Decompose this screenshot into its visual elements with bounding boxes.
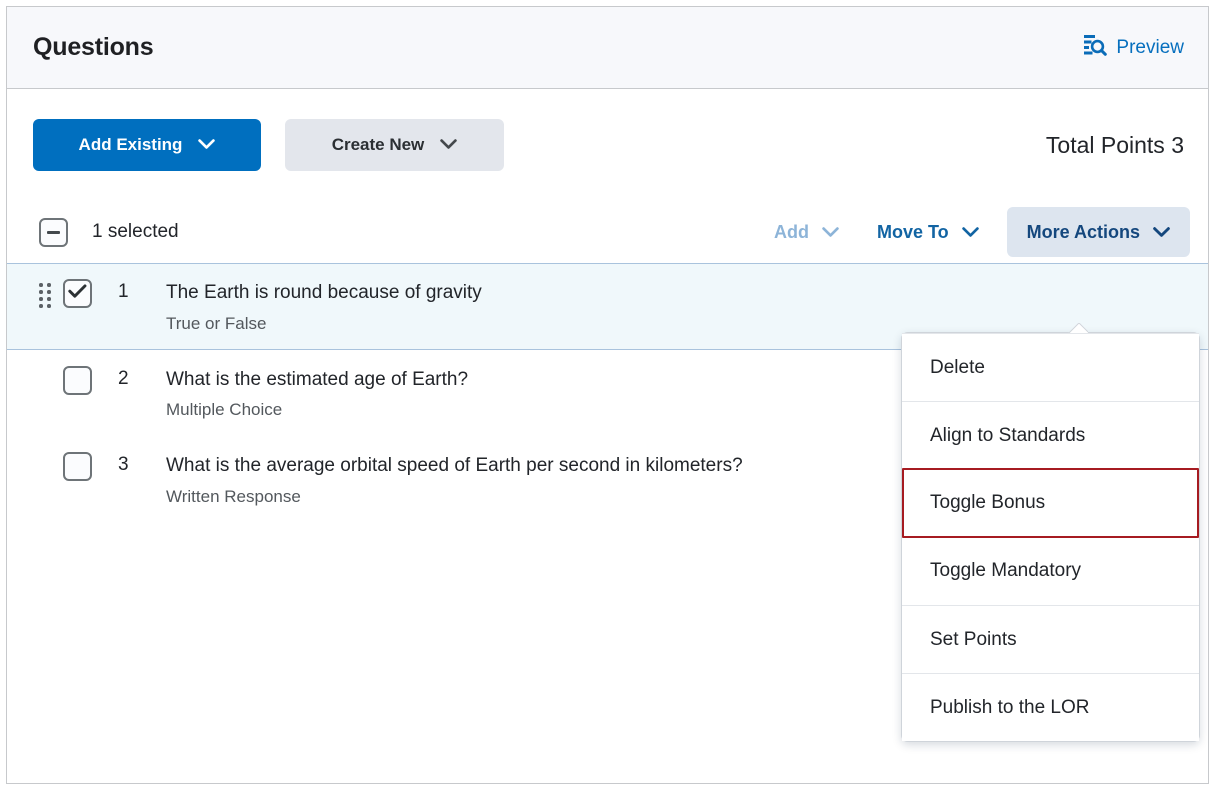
menu-item-label: Set Points [930, 628, 1017, 650]
question-type: Written Response [166, 486, 301, 506]
question-text-block: The Earth is round because of gravity Tr… [166, 280, 482, 334]
menu-item-label: Align to Standards [930, 424, 1086, 446]
preview-label: Preview [1116, 36, 1184, 58]
drag-handle-icon[interactable] [39, 283, 55, 309]
questions-panel: Questions Preview Add Existing Create Ne… [6, 6, 1209, 784]
question-text-block: What is the estimated age of Earth? Mult… [166, 367, 468, 421]
question-type: Multiple Choice [166, 400, 283, 420]
menu-item-toggle-bonus[interactable]: Toggle Bonus [902, 468, 1199, 538]
more-actions-label: More Actions [1026, 221, 1140, 242]
menu-item-align-to-standards[interactable]: Align to Standards [902, 401, 1199, 469]
menu-item-publish-to-the-lor[interactable]: Publish to the LOR [902, 673, 1199, 741]
more-actions-menu: Delete Align to Standards Toggle Bonus T… [901, 332, 1200, 742]
select-all-checkbox[interactable] [39, 217, 68, 247]
menu-item-toggle-mandatory[interactable]: Toggle Mandatory [902, 537, 1199, 605]
question-number: 3 [118, 454, 129, 476]
menu-item-delete[interactable]: Delete [902, 333, 1199, 401]
menu-item-set-points[interactable]: Set Points [902, 605, 1199, 673]
move-to-dropdown-button[interactable]: Move To [867, 207, 989, 257]
selected-count-label: 1 selected [92, 221, 179, 242]
question-text-block: What is the average orbital speed of Ear… [166, 453, 743, 507]
menu-item-label: Publish to the LOR [930, 696, 1090, 718]
chevron-down-icon [961, 222, 979, 243]
question-number: 2 [118, 367, 129, 389]
document-search-icon [1081, 32, 1108, 64]
panel-header: Questions Preview [7, 7, 1208, 89]
question-toolbar: Add Existing Create New Total Points 3 [7, 89, 1208, 201]
total-points-label: Total Points 3 [1045, 131, 1184, 158]
add-dropdown-button[interactable]: Add [764, 207, 849, 257]
menu-item-label: Toggle Mandatory [930, 560, 1082, 581]
more-actions-dropdown-button[interactable]: More Actions [1006, 207, 1190, 257]
question-checkbox[interactable] [63, 452, 92, 482]
selection-bar: 1 selected Add Move To More Actions [7, 201, 1208, 263]
move-to-label: Move To [876, 221, 949, 242]
add-existing-label: Add Existing [78, 135, 183, 154]
preview-button[interactable]: Preview [1081, 32, 1184, 64]
menu-item-label: Delete [930, 356, 985, 378]
question-checkbox[interactable] [63, 279, 92, 308]
question-checkbox[interactable] [63, 365, 92, 395]
chevron-down-icon [440, 135, 458, 155]
add-label: Add [773, 221, 809, 242]
question-number: 1 [118, 281, 129, 302]
bulk-action-links: Add Move To More Actions [764, 207, 1190, 257]
create-new-label: Create New [331, 135, 425, 154]
menu-caret-icon [1068, 323, 1088, 333]
chevron-down-icon [1153, 222, 1170, 243]
page-title: Questions [33, 33, 154, 61]
add-existing-button[interactable]: Add Existing [33, 119, 261, 171]
question-type: True or False [166, 313, 267, 333]
chevron-down-icon [198, 135, 216, 155]
question-title: What is the estimated age of Earth? [166, 368, 469, 390]
chevron-down-icon [822, 222, 839, 243]
check-icon [68, 283, 87, 304]
indeterminate-dash-icon [47, 230, 60, 234]
menu-item-label: Toggle Bonus [930, 492, 1046, 513]
question-title: What is the average orbital speed of Ear… [166, 455, 743, 477]
question-title: The Earth is round because of gravity [166, 282, 482, 303]
create-new-button[interactable]: Create New [285, 119, 504, 171]
